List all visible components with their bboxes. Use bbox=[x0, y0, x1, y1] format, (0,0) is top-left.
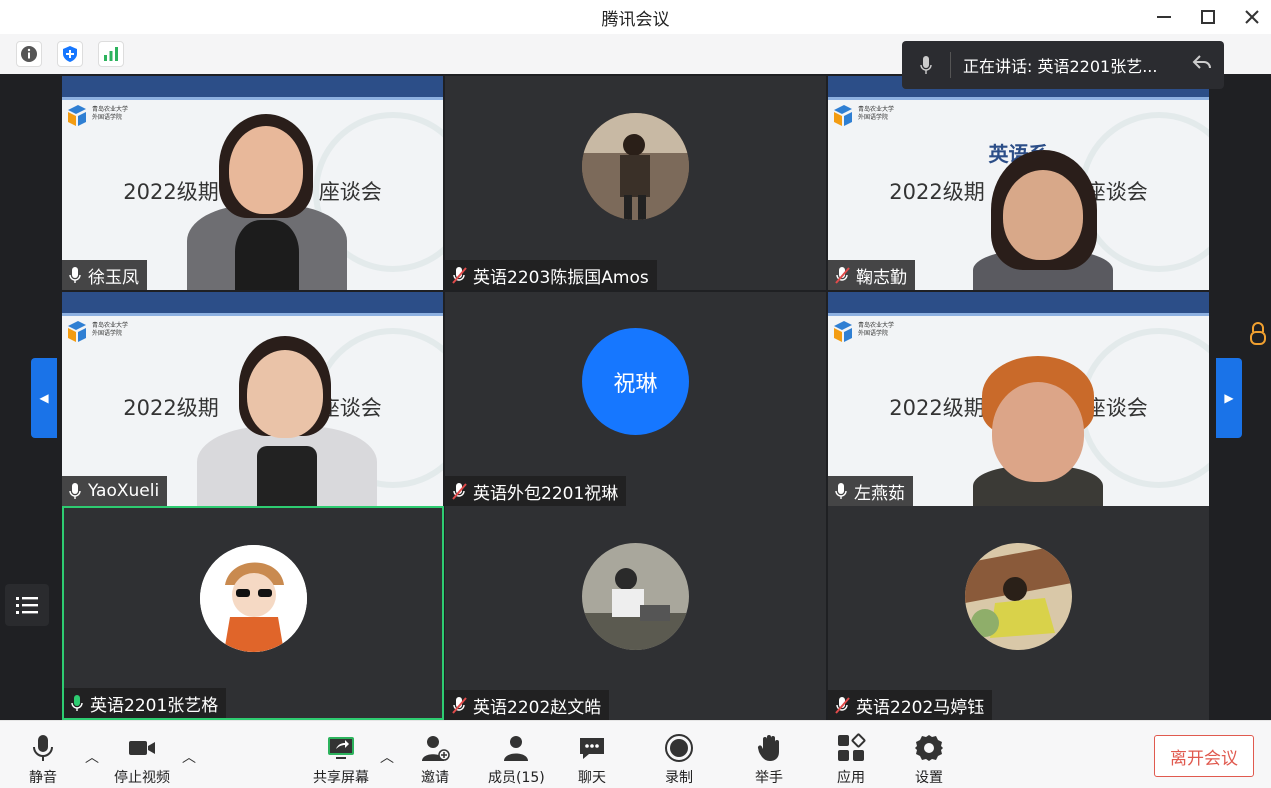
meeting-control-bar: 静音 ︿ 停止视频 ︿ 共享屏幕 ︿ 邀请 成员(15) 聊天 录制 举手 应用… bbox=[0, 720, 1271, 788]
video-tile[interactable]: 英语2203陈振国Amos bbox=[445, 76, 826, 290]
chat-bubble-icon bbox=[580, 738, 604, 759]
window-title: 腾讯会议 bbox=[601, 9, 670, 30]
participant-name-tag: 左燕茹 bbox=[828, 476, 913, 506]
participant-name-tag: 鞠志勤 bbox=[828, 260, 915, 290]
participant-name-tag: 英语2202赵文皓 bbox=[445, 690, 610, 720]
undo-arrow-icon[interactable] bbox=[1192, 54, 1212, 76]
settings-button[interactable]: 设置 bbox=[914, 733, 944, 787]
video-tile[interactable]: 青岛农业大学 外国语学院 2022级期 座谈会 徐玉凤 bbox=[62, 76, 443, 290]
speaking-indicator: 正在讲话: 英语2201张艺... bbox=[902, 41, 1224, 89]
video-tile[interactable]: 青岛农业大学 外国语学院 英语系 2022级期 座谈会 鞠志勤 bbox=[828, 76, 1209, 290]
mic-muted-icon bbox=[452, 697, 467, 714]
video-tile-active-speaker[interactable]: 英语2201张艺格 bbox=[62, 506, 444, 720]
minimize-icon[interactable] bbox=[1153, 6, 1175, 28]
raise-hand-button[interactable]: 举手 bbox=[754, 733, 784, 787]
video-grid: 青岛农业大学 外国语学院 2022级期 座谈会 徐玉凤 英语2203陈振国Amos … bbox=[0, 74, 1271, 720]
record-button[interactable]: 录制 bbox=[664, 733, 694, 787]
video-tile[interactable]: 英语2202赵文皓 bbox=[445, 506, 826, 720]
school-logo-icon bbox=[832, 320, 854, 344]
video-options-caret-icon[interactable]: ︿ bbox=[182, 747, 196, 767]
participant-avatar bbox=[582, 113, 689, 220]
next-page-arrow[interactable]: ▶ bbox=[1216, 358, 1242, 438]
lock-icon[interactable] bbox=[1249, 322, 1267, 346]
participant-name-tag: 英语2201张艺格 bbox=[64, 688, 227, 718]
signal-icon[interactable] bbox=[98, 41, 124, 67]
stop-video-button[interactable]: 停止视频 bbox=[114, 733, 170, 787]
mic-muted-icon bbox=[452, 267, 467, 284]
mic-muted-icon bbox=[452, 483, 467, 500]
participant-name-tag: YaoXueli bbox=[62, 476, 168, 506]
school-logo-icon bbox=[832, 104, 854, 128]
apps-button[interactable]: 应用 bbox=[836, 733, 866, 787]
mute-button[interactable]: 静音 bbox=[28, 733, 58, 787]
leave-meeting-button[interactable]: 离开会议 bbox=[1154, 735, 1254, 777]
mic-muted-icon bbox=[835, 697, 850, 714]
share-options-caret-icon[interactable]: ︿ bbox=[380, 747, 394, 767]
video-tile[interactable]: 青岛农业大学 外国语学院 2022级期 座谈会 左燕茹 bbox=[828, 292, 1209, 506]
maximize-icon[interactable] bbox=[1197, 6, 1219, 28]
participant-video bbox=[187, 336, 387, 506]
participant-name-tag: 英语2202马婷钰 bbox=[828, 690, 993, 720]
record-icon bbox=[665, 734, 693, 762]
invite-button[interactable]: 邀请 bbox=[420, 733, 450, 787]
members-button[interactable]: 成员(15) bbox=[488, 733, 545, 787]
mic-muted-icon bbox=[835, 267, 850, 284]
participant-avatar bbox=[965, 543, 1072, 650]
participant-video bbox=[968, 356, 1108, 506]
members-icon bbox=[504, 736, 529, 761]
mute-options-caret-icon[interactable]: ︿ bbox=[85, 747, 99, 767]
info-icon[interactable] bbox=[16, 41, 42, 67]
participant-avatar bbox=[200, 545, 307, 652]
raise-hand-icon bbox=[757, 735, 779, 761]
close-icon[interactable] bbox=[1241, 6, 1263, 28]
title-bar: 腾讯会议 bbox=[0, 0, 1271, 34]
participant-video bbox=[963, 150, 1123, 290]
microphone-icon bbox=[69, 267, 81, 283]
slide-header-band bbox=[62, 76, 443, 100]
participant-avatar bbox=[582, 543, 689, 650]
list-menu-icon[interactable] bbox=[5, 584, 49, 626]
share-screen-button[interactable]: 共享屏幕 bbox=[313, 733, 369, 787]
participant-name-tag: 徐玉凤 bbox=[62, 260, 147, 290]
window-controls bbox=[1153, 0, 1263, 34]
school-logo-icon bbox=[66, 320, 88, 344]
participant-avatar-text: 祝琳 bbox=[582, 328, 689, 435]
apps-grid-icon bbox=[838, 733, 866, 761]
chat-button[interactable]: 聊天 bbox=[577, 733, 607, 787]
gear-icon bbox=[915, 735, 943, 761]
share-screen-icon bbox=[328, 737, 354, 759]
participant-name-tag: 英语外包2201祝琳 bbox=[445, 476, 627, 506]
speaking-text: 正在讲话: 英语2201张艺... bbox=[963, 57, 1158, 76]
video-tile[interactable]: 青岛农业大学 外国语学院 2022级期 座谈会 YaoXueli bbox=[62, 292, 443, 506]
microphone-icon bbox=[33, 735, 53, 761]
microphone-active-icon bbox=[71, 695, 83, 711]
add-user-icon bbox=[422, 736, 450, 761]
microphone-icon bbox=[69, 483, 81, 499]
video-camera-icon bbox=[129, 741, 155, 755]
security-shield-icon[interactable] bbox=[57, 41, 83, 67]
slide-logo-line2: 外国语学院 bbox=[92, 114, 123, 121]
school-logo-icon bbox=[66, 104, 88, 128]
video-tile[interactable]: 英语2202马婷钰 bbox=[828, 506, 1209, 720]
video-tile[interactable]: 祝琳 英语外包2201祝琳 bbox=[445, 292, 826, 506]
prev-page-arrow[interactable]: ◀ bbox=[31, 358, 57, 438]
slide-logo-line1: 青岛农业大学 bbox=[92, 106, 129, 113]
microphone-icon bbox=[902, 55, 950, 75]
microphone-icon bbox=[835, 483, 847, 499]
participant-name-tag: 英语2203陈振国Amos bbox=[445, 260, 657, 290]
participant-video bbox=[177, 110, 357, 290]
